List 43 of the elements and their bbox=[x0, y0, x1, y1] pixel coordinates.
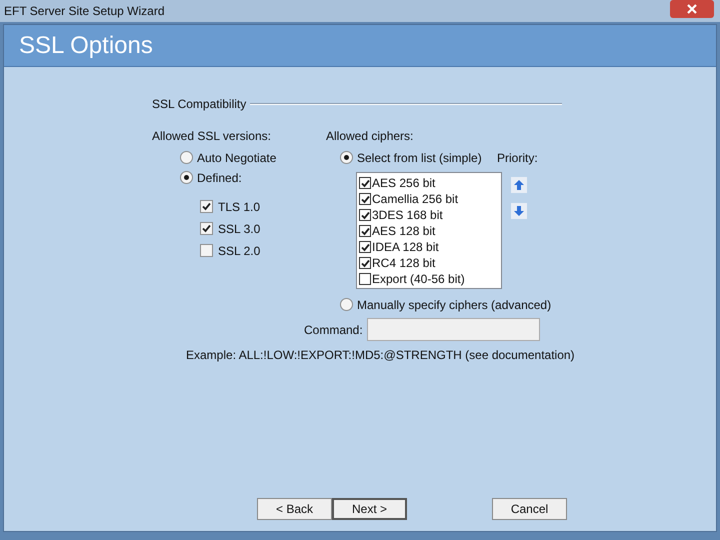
group-title: SSL Compatibility bbox=[152, 96, 246, 113]
checkbox[interactable] bbox=[359, 193, 371, 205]
cipher-item[interactable]: 3DES 168 bit bbox=[372, 206, 443, 224]
radio-label[interactable]: Auto Negotiate bbox=[197, 148, 276, 166]
example-text: Example: ALL:!LOW:!EXPORT:!MD5:@STRENGTH (see documentation) bbox=[186, 347, 576, 364]
checkbox[interactable] bbox=[200, 244, 213, 257]
down-arrow-icon[interactable] bbox=[511, 203, 527, 219]
radio-label[interactable]: Select from list (simple) bbox=[357, 148, 482, 166]
checkbox[interactable] bbox=[359, 273, 371, 285]
radio-button[interactable] bbox=[180, 151, 193, 164]
radio-button[interactable] bbox=[340, 298, 353, 311]
checkbox[interactable] bbox=[359, 257, 371, 269]
cipher-item[interactable]: IDEA 128 bit bbox=[372, 238, 439, 256]
checkbox[interactable] bbox=[359, 209, 371, 221]
radio-button[interactable] bbox=[180, 171, 193, 184]
radio-button[interactable] bbox=[340, 151, 353, 164]
window-title: EFT Server Site Setup Wizard bbox=[4, 3, 164, 20]
checkbox[interactable] bbox=[359, 225, 371, 237]
cipher-item[interactable]: AES 256 bit bbox=[372, 174, 436, 192]
command-label: Command: bbox=[304, 322, 363, 338]
cipher-item[interactable]: AES 128 bit bbox=[372, 222, 436, 240]
checkbox[interactable] bbox=[200, 222, 213, 235]
wizard-button[interactable]: < Back bbox=[257, 498, 332, 520]
checkbox[interactable] bbox=[359, 241, 371, 253]
checkbox-label[interactable]: TLS 1.0 bbox=[218, 198, 260, 216]
cipher-item[interactable]: RC4 128 bit bbox=[372, 254, 436, 272]
priority-label: Priority: bbox=[497, 150, 538, 166]
cipher-item[interactable]: Export (40-56 bit) bbox=[372, 270, 465, 288]
section-label: Allowed SSL versions: bbox=[152, 128, 272, 145]
checkbox[interactable] bbox=[359, 177, 371, 189]
wizard-button[interactable]: Cancel bbox=[492, 498, 567, 520]
radio-label[interactable]: Manually specify ciphers (advanced) bbox=[357, 296, 552, 314]
checkbox-label[interactable]: SSL 2.0 bbox=[218, 242, 260, 260]
close-icon[interactable] bbox=[670, 0, 714, 18]
wizard-button[interactable]: Next > bbox=[332, 498, 407, 520]
page-title: SSL Options bbox=[19, 30, 153, 60]
radio-label[interactable]: Defined: bbox=[197, 168, 242, 186]
checkbox-label[interactable]: SSL 3.0 bbox=[218, 220, 260, 238]
up-arrow-icon[interactable] bbox=[511, 177, 527, 193]
checkbox[interactable] bbox=[200, 200, 213, 213]
cipher-item[interactable]: Camellia 256 bit bbox=[372, 190, 458, 208]
section-label: Allowed ciphers: bbox=[326, 128, 414, 145]
cipher-list[interactable]: AES 256 bit Camellia 256 bit 3DES 168 bit AES 128 bit IDEA 128 bit RC4 128 bit Export (40-56 bit) bbox=[356, 172, 502, 289]
